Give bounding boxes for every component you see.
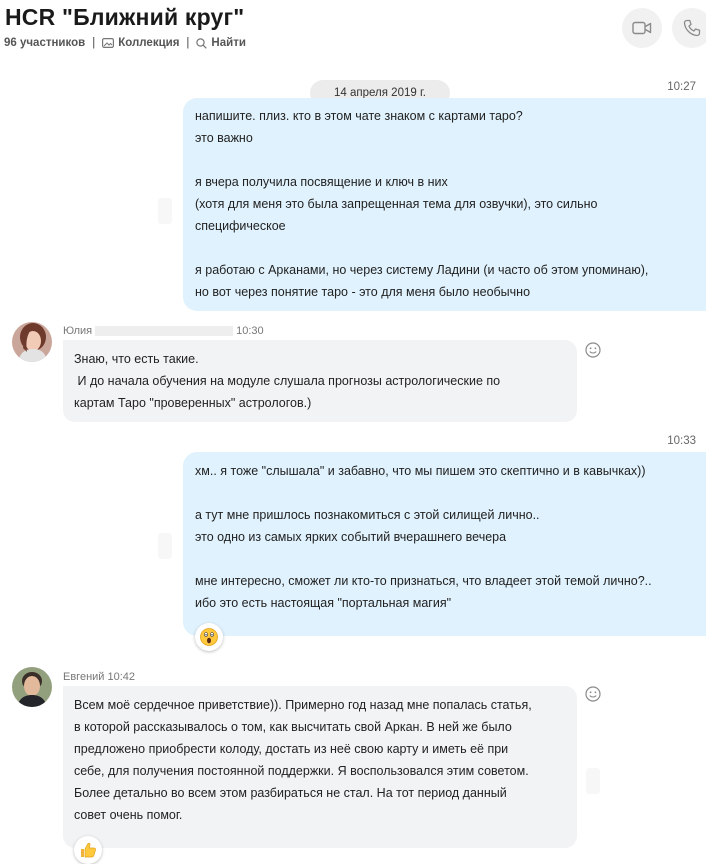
divider: |	[92, 37, 96, 49]
divider: |	[186, 37, 190, 49]
collection-link[interactable]: Коллекция	[118, 37, 179, 49]
redacted-surname	[95, 326, 234, 337]
message-timestamp: 10:42	[107, 671, 136, 683]
message-sender: Евгений 10:42	[63, 671, 135, 683]
reaction-badge[interactable]	[195, 623, 223, 651]
hover-placeholder	[158, 198, 172, 224]
outgoing-message[interactable]: хм.. я тоже "слышала" и забавно, что мы …	[183, 452, 706, 636]
message-timestamp: 10:33	[667, 435, 696, 447]
surprised-emoji-icon	[200, 628, 218, 646]
outgoing-message[interactable]: напишите. плиз. кто в этом чате знаком с…	[183, 98, 706, 311]
user-avatar-image	[12, 322, 52, 362]
chat-subheader: 96 участников | Коллекция | Найти	[4, 37, 246, 49]
incoming-message[interactable]: Всем моё сердечное приветствие)). Пример…	[63, 686, 577, 848]
audio-call-icon	[683, 19, 701, 37]
search-icon	[196, 37, 208, 49]
hover-placeholder	[158, 533, 172, 559]
video-call-button[interactable]	[622, 8, 662, 48]
sender-name: Евгений	[63, 671, 105, 683]
chat-header: HCR "Ближний круг" 96 участников | Колле…	[0, 0, 706, 64]
hover-placeholder	[586, 768, 600, 794]
audio-call-button[interactable]	[672, 8, 706, 48]
thumbs-up-icon	[81, 842, 96, 858]
message-timestamp: 10:30	[236, 325, 264, 337]
gallery-icon	[102, 38, 115, 48]
message-sender: Юлия 10:30	[63, 325, 264, 337]
video-call-icon	[632, 21, 652, 35]
search-link[interactable]: Найти	[211, 37, 245, 49]
smiley-icon[interactable]	[585, 342, 601, 358]
avatar[interactable]	[12, 322, 52, 362]
smiley-icon[interactable]	[585, 686, 601, 702]
user-avatar-image	[12, 667, 52, 707]
message-timestamp: 10:27	[667, 81, 696, 93]
avatar[interactable]	[12, 667, 52, 707]
participants-link[interactable]: 96 участников	[4, 37, 85, 49]
reaction-badge[interactable]	[74, 836, 102, 864]
sender-name: Юлия	[63, 325, 93, 337]
incoming-message[interactable]: Знаю, что есть такие. И до начала обучен…	[63, 340, 577, 422]
chat-title: HCR "Ближний круг"	[5, 4, 245, 30]
